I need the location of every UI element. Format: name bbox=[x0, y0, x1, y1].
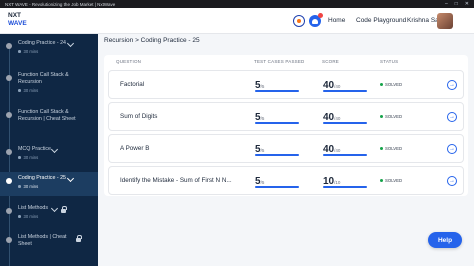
status-badge: SOLVED bbox=[380, 178, 402, 183]
test-cases-progress-bar bbox=[255, 90, 299, 92]
streak-icon[interactable] bbox=[293, 15, 305, 27]
arrow-right-circle-icon[interactable]: → bbox=[447, 112, 457, 122]
help-button[interactable]: Help bbox=[428, 232, 462, 248]
arrow-right-circle-icon[interactable]: → bbox=[447, 144, 457, 154]
status-badge: SOLVED bbox=[380, 114, 402, 119]
close-button[interactable]: ✕ bbox=[465, 1, 469, 7]
sidebar-item-mcq-practice[interactable]: MCQ Practice 30 mins bbox=[0, 145, 98, 168]
solved-dot-icon bbox=[380, 83, 383, 86]
table-row[interactable]: A Power B 5/5 40/40 SOLVED → bbox=[108, 134, 464, 163]
status-dot-icon bbox=[6, 149, 12, 155]
column-header-test-cases: TEST CASES PASSED bbox=[254, 59, 305, 64]
breadcrumb: Recursion > Coding Practice - 25 bbox=[104, 37, 200, 44]
score-progress-bar bbox=[323, 122, 367, 124]
top-navigation: NXT WAVE Home Code Playground Krishna Sa… bbox=[0, 8, 474, 34]
column-header-score: SCORE bbox=[322, 59, 340, 64]
maximize-button[interactable]: □ bbox=[455, 1, 458, 7]
question-title: Sum of Digits bbox=[120, 113, 158, 120]
window-title: NXT WAVE - Revolutionizing the Job Marke… bbox=[5, 1, 116, 7]
sidebar-item-coding-practice-24[interactable]: Coding Practice - 24 30 mins bbox=[0, 39, 98, 62]
question-title: Identify the Mistake - Sum of First N N.… bbox=[120, 177, 232, 184]
test-cases-progress-bar bbox=[255, 186, 299, 188]
status-dot-icon bbox=[6, 43, 12, 49]
test-cases-passed: 5/5 bbox=[255, 171, 299, 189]
solved-dot-icon bbox=[380, 147, 383, 150]
nxtwave-logo[interactable]: NXT WAVE bbox=[8, 12, 35, 31]
solved-dot-icon bbox=[380, 179, 383, 182]
test-cases-passed: 5/5 bbox=[255, 75, 299, 93]
nav-code-playground-link[interactable]: Code Playground bbox=[356, 17, 406, 24]
sidebar-item-function-call-stack-cheat-sheet[interactable]: Function Call Stack & Recursion | Cheat … bbox=[0, 109, 98, 133]
notification-dot bbox=[318, 13, 323, 18]
column-header-status: STATUS bbox=[380, 59, 399, 64]
sidebar-item-list-methods-cheat-sheet[interactable]: List Methods | Cheat Sheet bbox=[0, 234, 98, 258]
question-title: Factorial bbox=[120, 81, 145, 88]
score: 40/40 bbox=[323, 139, 367, 157]
table-row[interactable]: Sum of Digits 5/5 40/40 SOLVED → bbox=[108, 102, 464, 131]
lock-icon bbox=[61, 206, 67, 213]
test-cases-progress-bar bbox=[255, 122, 299, 124]
test-cases-progress-bar bbox=[255, 154, 299, 156]
status-badge: SOLVED bbox=[380, 82, 402, 87]
table-row[interactable]: Identify the Mistake - Sum of First N N.… bbox=[108, 166, 464, 195]
column-header-question: QUESTION bbox=[116, 59, 142, 64]
status-dot-icon bbox=[6, 208, 12, 214]
user-name[interactable]: Krishna Sai bbox=[407, 17, 440, 24]
sidebar-item-function-call-stack[interactable]: Function Call Stack & Recursion 30 mins bbox=[0, 72, 98, 100]
arrow-right-circle-icon[interactable]: → bbox=[447, 80, 457, 90]
solved-dot-icon bbox=[380, 115, 383, 118]
notification-bell-icon[interactable] bbox=[309, 13, 323, 27]
window-controls: – □ ✕ bbox=[445, 1, 474, 7]
score: 10/10 bbox=[323, 171, 367, 189]
score: 40/40 bbox=[323, 75, 367, 93]
score: 40/40 bbox=[323, 107, 367, 125]
sidebar-item-list-methods[interactable]: List Methods 30 mins bbox=[0, 204, 98, 227]
score-progress-bar bbox=[323, 186, 367, 188]
sidebar: Coding Practice - 24 30 mins Function Ca… bbox=[0, 34, 98, 266]
score-progress-bar bbox=[323, 90, 367, 92]
status-dot-icon bbox=[6, 237, 12, 243]
score-progress-bar bbox=[323, 154, 367, 156]
lock-icon bbox=[76, 235, 82, 242]
window-titlebar: NXT WAVE - Revolutionizing the Job Marke… bbox=[0, 0, 474, 8]
status-badge: SOLVED bbox=[380, 146, 402, 151]
minimize-button[interactable]: – bbox=[445, 1, 448, 7]
sidebar-item-coding-practice-25[interactable]: Coding Practice - 25 30 mins bbox=[0, 172, 98, 196]
question-title: A Power B bbox=[120, 145, 150, 152]
arrow-right-circle-icon[interactable]: → bbox=[447, 176, 457, 186]
nav-home-link[interactable]: Home bbox=[328, 17, 345, 24]
test-cases-passed: 5/5 bbox=[255, 107, 299, 125]
table-row[interactable]: Factorial 5/5 40/40 SOLVED → bbox=[108, 70, 464, 99]
status-dot-icon bbox=[6, 178, 12, 184]
test-cases-passed: 5/5 bbox=[255, 139, 299, 157]
avatar[interactable] bbox=[437, 13, 453, 29]
status-dot-icon bbox=[6, 75, 12, 81]
status-dot-icon bbox=[6, 112, 12, 118]
questions-table: QUESTION TEST CASES PASSED SCORE STATUS … bbox=[104, 55, 468, 196]
